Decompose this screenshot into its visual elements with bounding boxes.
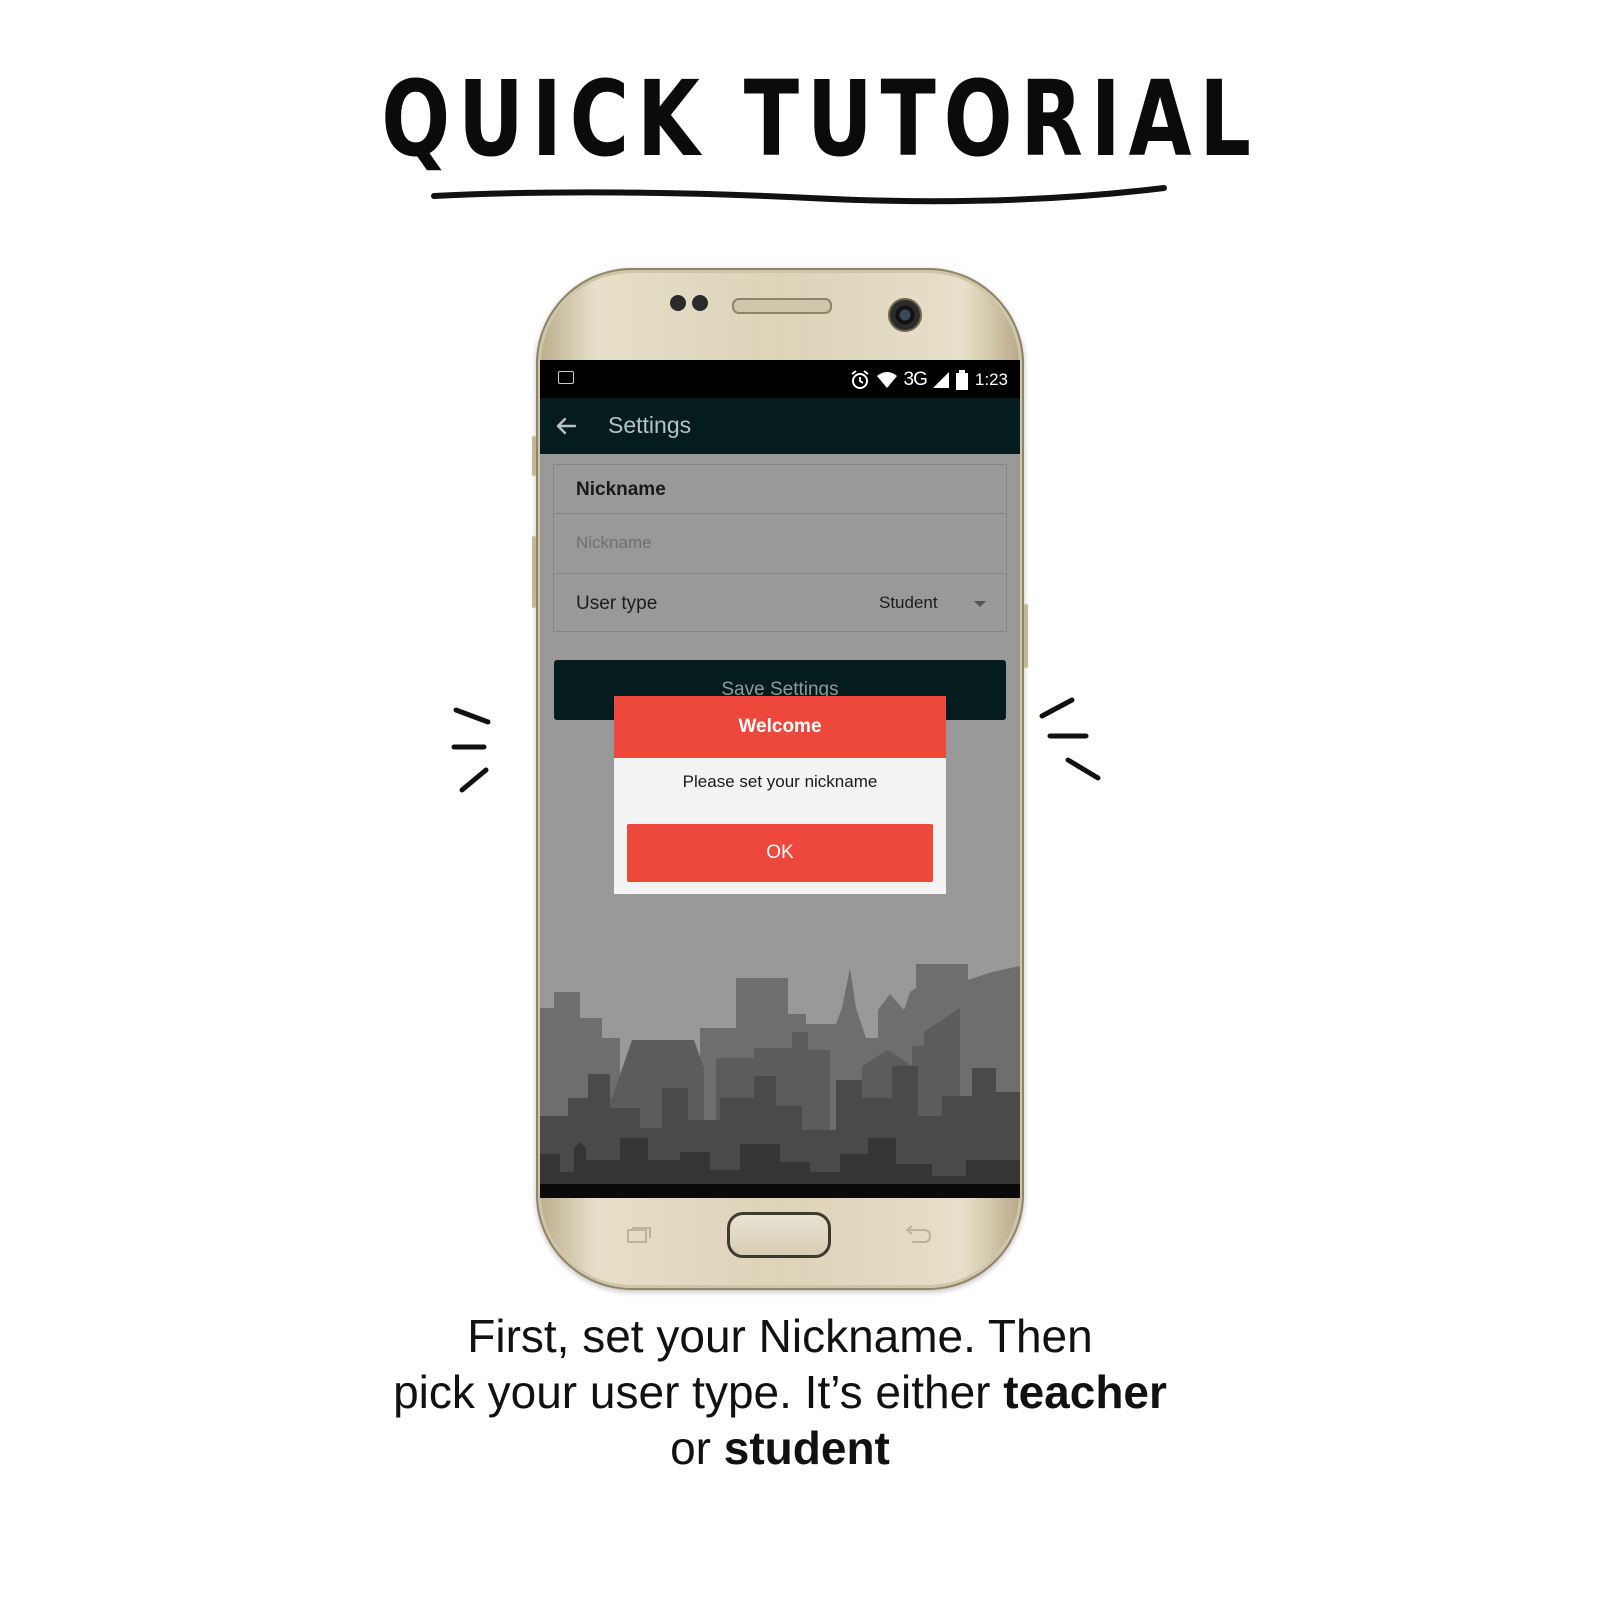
caption-line-2: pick your user type. It’s either teacher xyxy=(300,1364,1260,1420)
status-time: 1:23 xyxy=(974,370,1008,389)
recent-apps-icon[interactable] xyxy=(626,1226,652,1244)
alarm-icon xyxy=(850,370,869,389)
caption-line-3-text: or xyxy=(670,1422,724,1474)
left-burst-lines xyxy=(451,707,491,793)
nickname-section-label: Nickname xyxy=(576,479,666,500)
back-arrow-icon[interactable] xyxy=(554,414,578,438)
image-notification-icon xyxy=(558,371,574,384)
settings-content: Nickname Nickname User type Student Save… xyxy=(540,454,1020,1198)
proximity-sensor xyxy=(670,295,686,311)
tutorial-heading: QUICK TUTORIAL xyxy=(381,58,1259,180)
earpiece-speaker xyxy=(732,298,832,314)
dialog-ok-button[interactable]: OK xyxy=(627,824,933,882)
page-title: Settings xyxy=(608,412,692,438)
home-button[interactable] xyxy=(727,1212,831,1258)
back-key-icon[interactable] xyxy=(904,1224,932,1246)
user-type-select[interactable]: Student xyxy=(879,593,938,613)
welcome-dialog: Welcome Please set your nickname OK xyxy=(614,696,946,894)
tutorial-caption: First, set your Nickname. Then pick your… xyxy=(300,1308,1260,1476)
dialog-title: Welcome xyxy=(614,696,946,758)
caption-line-2-text: pick your user type. It’s either xyxy=(393,1366,1004,1418)
caption-line-1: First, set your Nickname. Then xyxy=(467,1310,1093,1362)
status-bar: 3G 1:23 xyxy=(540,360,1020,398)
front-camera xyxy=(888,298,922,332)
network-type: 3G xyxy=(903,369,928,390)
nickname-input[interactable]: Nickname xyxy=(554,513,1006,574)
tutorial-page: QUICK TUTORIAL 3G 1:23 Settings Nickname… xyxy=(0,0,1600,1600)
nickname-section-header: Nickname xyxy=(554,465,1006,514)
power-key xyxy=(1024,604,1028,668)
wifi-icon xyxy=(876,372,897,388)
caption-teacher: teacher xyxy=(1003,1366,1167,1418)
app-bar: Settings xyxy=(540,398,1020,454)
dropdown-arrow-icon[interactable] xyxy=(974,601,986,607)
heading-underline xyxy=(431,185,1167,205)
phone-screen: 3G 1:23 Settings Nickname Nickname User … xyxy=(540,360,1020,1198)
user-type-label: User type xyxy=(576,593,658,614)
status-bar-right: 3G 1:23 xyxy=(850,369,1008,391)
volume-down-key xyxy=(532,536,536,608)
right-burst-lines xyxy=(1039,697,1101,781)
battery-icon xyxy=(955,370,968,390)
city-skyline-illustration xyxy=(540,964,1020,1198)
signal-icon xyxy=(932,372,949,388)
dialog-message: Please set your nickname xyxy=(682,772,878,791)
phone-frame: 3G 1:23 Settings Nickname Nickname User … xyxy=(532,268,1028,1290)
volume-up-key xyxy=(532,436,536,476)
nickname-placeholder: Nickname xyxy=(576,533,652,552)
caption-student: student xyxy=(723,1422,890,1474)
user-type-row: User type Student xyxy=(554,573,1006,631)
light-sensor xyxy=(692,295,708,311)
caption-line-3: or student xyxy=(300,1420,1260,1476)
settings-form: Nickname Nickname User type Student xyxy=(553,464,1007,632)
